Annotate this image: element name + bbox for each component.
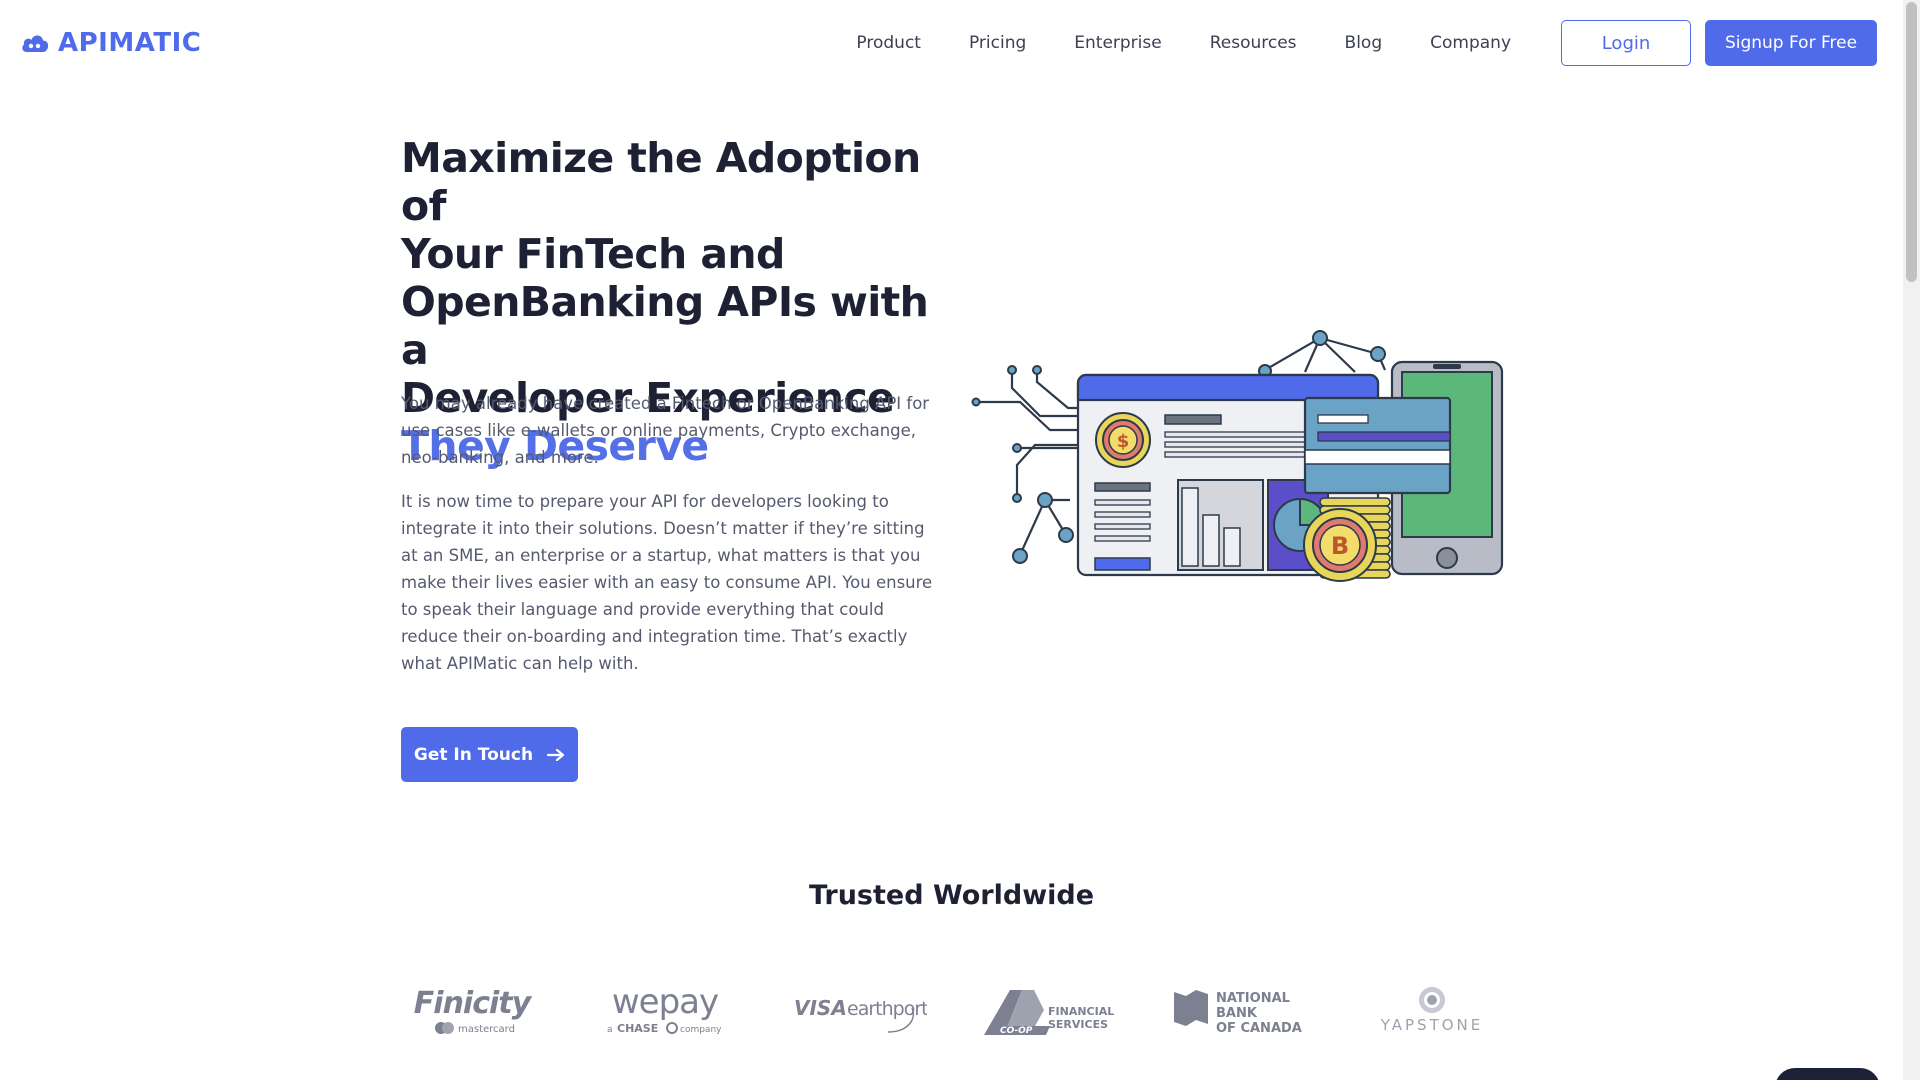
earthport-wordmark: earthport <box>847 998 927 1020</box>
coop-financial-logo: CO-OP FINANCIAL SERVICES <box>984 990 1114 1036</box>
partner-logos: Finicity mastercard wepay a CHASE compan… <box>412 980 1492 1040</box>
wepay-subtitle-chase: CHASE <box>617 1022 658 1035</box>
finicity-wordmark: Finicity <box>414 986 532 1021</box>
nav-pricing[interactable]: Pricing <box>969 33 1026 53</box>
finicity-subtitle: mastercard <box>458 1024 515 1035</box>
page: APIMATIC Product Pricing Enterprise Reso… <box>0 0 1903 1080</box>
login-button[interactable]: Login <box>1561 20 1691 66</box>
arrow-right-icon <box>547 748 565 761</box>
svg-text:$: $ <box>1117 431 1130 452</box>
get-in-touch-button[interactable]: Get In Touch <box>401 727 578 782</box>
wepay-subtitle-a: a <box>607 1025 613 1035</box>
fintech-illustration: $ B <box>971 330 1504 582</box>
nav-resources[interactable]: Resources <box>1210 33 1297 53</box>
visa-earthport-logo: VISA earthport <box>794 996 927 1033</box>
main-nav: Product Pricing Enterprise Resources Blo… <box>856 20 1877 66</box>
visa-wordmark: VISA <box>794 996 847 1020</box>
get-in-touch-label: Get In Touch <box>413 744 534 765</box>
coop-services-label: SERVICES <box>1048 1018 1108 1031</box>
yapstone-logo: YAPSTONE <box>1380 987 1484 1034</box>
nav-enterprise[interactable]: Enterprise <box>1074 33 1161 53</box>
hero-paragraph-2: It is now time to prepare your API for d… <box>401 492 933 673</box>
nbc-line-3: OF CANADA <box>1216 1021 1302 1036</box>
nav-blog[interactable]: Blog <box>1345 33 1383 53</box>
nav-product[interactable]: Product <box>856 33 921 53</box>
hero-title-line: Maximize the Adoption of <box>401 134 921 230</box>
yapstone-wordmark: YAPSTONE <box>1380 1016 1484 1034</box>
brand-logo[interactable]: APIMATIC <box>20 28 201 58</box>
hero-paragraph-1: You may already have created a Fintech o… <box>401 394 930 467</box>
brand-name: APIMATIC <box>58 28 202 58</box>
hero-title-line: OpenBanking APIs with a <box>401 278 929 374</box>
cloud-logo-icon <box>22 35 49 52</box>
chat-widget-button[interactable] <box>1775 1068 1880 1080</box>
signup-button[interactable]: Signup For Free <box>1705 20 1877 66</box>
nbc-line-1: NATIONAL <box>1216 991 1290 1006</box>
coop-wordmark: CO-OP <box>1000 1026 1033 1036</box>
wepay-logo: wepay a CHASE company <box>607 982 722 1035</box>
finicity-logo: Finicity mastercard <box>414 986 532 1035</box>
national-bank-logo: NATIONAL BANK OF CANADA <box>1174 990 1302 1036</box>
nav-company[interactable]: Company <box>1430 33 1511 53</box>
svg-text:B: B <box>1331 532 1349 560</box>
hero-title-line: Your FinTech and <box>401 230 785 278</box>
coop-financial-label: FINANCIAL <box>1048 1005 1114 1018</box>
page-scrollbar[interactable] <box>1903 0 1920 1080</box>
scrollbar-thumb[interactable] <box>1906 2 1917 282</box>
trusted-heading: Trusted Worldwide <box>808 880 1095 911</box>
wepay-subtitle-company: company <box>680 1025 722 1035</box>
wepay-wordmark: wepay <box>612 982 719 1022</box>
nbc-line-2: BANK <box>1216 1006 1258 1021</box>
